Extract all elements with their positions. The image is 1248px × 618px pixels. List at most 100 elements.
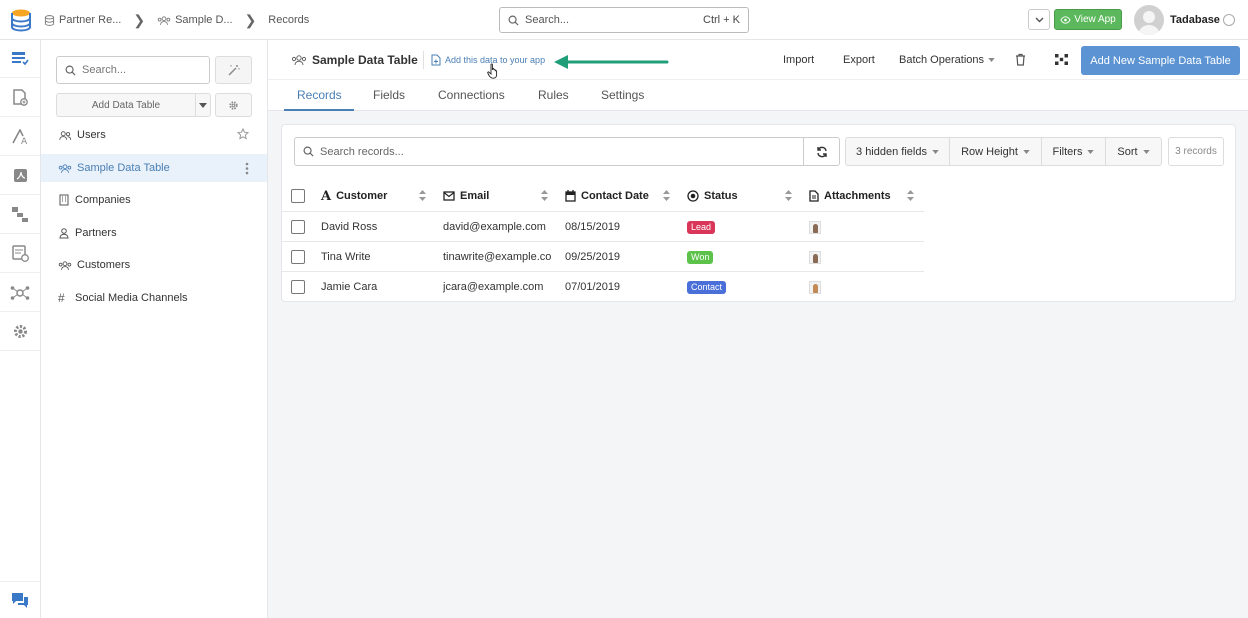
arrow-left-icon [554,55,669,69]
sidebar-item-companies[interactable]: Companies [41,186,267,214]
refresh-button[interactable] [803,137,840,166]
sidebar-item-sample-data-table[interactable]: Sample Data Table [41,154,267,182]
table-row[interactable]: Jamie Cara jcara@example.com 07/01/2019 … [282,271,924,301]
magic-wand-button[interactable] [215,56,252,84]
calendar-icon [565,190,576,202]
breadcrumb-table[interactable]: Sample D... [157,14,233,26]
rail-pdf[interactable] [0,157,40,195]
database-logo-icon[interactable] [8,7,34,33]
layout-button[interactable] [1055,54,1068,65]
sidebar-item-partners[interactable]: Partners [41,219,267,247]
select-all-checkbox[interactable] [291,189,305,203]
user-menu-icon[interactable] [1223,14,1235,26]
breadcrumb-app[interactable]: Partner Re... [44,14,121,26]
rail-pipes[interactable] [0,196,40,234]
rail-components[interactable]: A [0,118,40,156]
rail-tasks[interactable] [0,235,40,273]
cell-status[interactable]: Lead [687,212,805,242]
sort-icon[interactable] [785,190,792,201]
breadcrumb-separator-icon: ❯ [133,11,146,28]
attachment-thumbnail[interactable] [809,280,821,294]
row-checkbox[interactable] [291,220,305,234]
cell-email[interactable]: tinawrite@example.com [443,242,552,272]
tab-settings[interactable]: Settings [601,88,644,102]
cell-contact-date[interactable]: 07/01/2019 [565,272,683,302]
star-icon[interactable] [237,128,249,140]
add-data-table-dropdown[interactable] [195,93,211,117]
cell-attachments[interactable] [809,212,927,242]
filters-button[interactable]: Filters [1041,137,1106,166]
sort-icon[interactable] [663,190,670,201]
user-name[interactable]: Tadabase [1170,14,1220,26]
chat-support-button[interactable] [0,581,40,618]
table-settings-button[interactable] [215,93,252,117]
sidebar-item-customers[interactable]: Customers [41,251,267,279]
cell-contact-date[interactable]: 09/25/2019 [565,242,683,272]
import-button[interactable]: Import [783,54,814,66]
hidden-fields-button[interactable]: 3 hidden fields [845,137,950,166]
table-row[interactable]: David Ross david@example.com 08/15/2019 … [282,211,924,241]
top-bar: Partner Re... ❯ Sample D... ❯ Records Se… [0,0,1248,40]
cell-customer[interactable]: David Ross [321,212,439,242]
rail-settings[interactable] [0,313,40,351]
records-card: Search records... 3 hidden fields Row He… [281,124,1236,302]
column-header-contact-date[interactable]: Contact Date [565,182,649,210]
view-app-button[interactable]: View App [1054,9,1122,30]
batch-operations-button[interactable]: Batch Operations [899,54,995,66]
records-search-input[interactable]: Search records... [294,137,804,166]
sort-button[interactable]: Sort [1105,137,1162,166]
breadcrumb-records[interactable]: Records [268,14,309,26]
email-icon [443,191,455,201]
pdf-icon [13,169,27,182]
rail-integrations[interactable] [0,274,40,312]
refresh-icon [816,146,827,157]
rail-data-tables[interactable] [0,40,40,78]
cell-email[interactable]: david@example.com [443,212,561,242]
cell-attachments[interactable] [809,272,927,302]
export-button[interactable]: Export [843,54,875,66]
column-header-attachments[interactable]: Attachments [809,182,891,210]
row-checkbox[interactable] [291,280,305,294]
global-search-input[interactable]: Search... Ctrl + K [499,7,749,33]
keyboard-shortcut: Ctrl + K [703,14,740,26]
column-header-status[interactable]: Status [687,182,738,210]
tab-rules[interactable]: Rules [538,88,569,102]
add-data-table-button[interactable]: Add Data Table [56,93,196,117]
cell-customer[interactable]: Jamie Cara [321,272,439,302]
more-vertical-icon[interactable] [245,162,249,175]
row-height-button[interactable]: Row Height [949,137,1042,166]
tab-connections[interactable]: Connections [438,88,505,102]
tab-records[interactable]: Records [297,88,342,102]
row-checkbox[interactable] [291,250,305,264]
cell-attachments[interactable] [809,242,927,272]
sort-icon[interactable] [907,190,914,201]
rail-pages[interactable] [0,79,40,117]
cell-status[interactable]: Contact [687,272,805,302]
file-icon [809,190,819,202]
cell-contact-date[interactable]: 08/15/2019 [565,212,683,242]
trash-icon [1016,53,1025,66]
chat-icon [12,593,28,608]
cell-email[interactable]: jcara@example.com [443,272,561,302]
attachment-thumbnail[interactable] [809,220,821,234]
sidebar-item-social-media-channels[interactable]: # Social Media Channels [41,284,267,312]
attachment-thumbnail[interactable] [809,250,821,264]
tab-fields[interactable]: Fields [373,88,405,102]
column-header-email[interactable]: Email [443,182,489,210]
sidebar-item-users[interactable]: Users [41,121,267,149]
file-add-icon [431,54,441,66]
sort-icon[interactable] [541,190,548,201]
cell-customer[interactable]: Tina Write [321,242,439,272]
table-search-input[interactable]: Search... [56,56,210,84]
column-header-customer[interactable]: A Customer [321,182,387,210]
sort-icon[interactable] [419,190,426,201]
app-menu-dropdown-button[interactable] [1028,9,1050,30]
avatar[interactable] [1134,5,1164,35]
users-icon [58,163,72,173]
cell-status[interactable]: Won [687,242,805,272]
add-new-record-button[interactable]: Add New Sample Data Table [1081,46,1240,75]
table-row[interactable]: Tina Write tinawrite@example.com 09/25/2… [282,241,924,271]
delete-button[interactable] [1015,53,1026,66]
caret-down-icon [1023,149,1030,154]
person-icon [59,228,69,239]
